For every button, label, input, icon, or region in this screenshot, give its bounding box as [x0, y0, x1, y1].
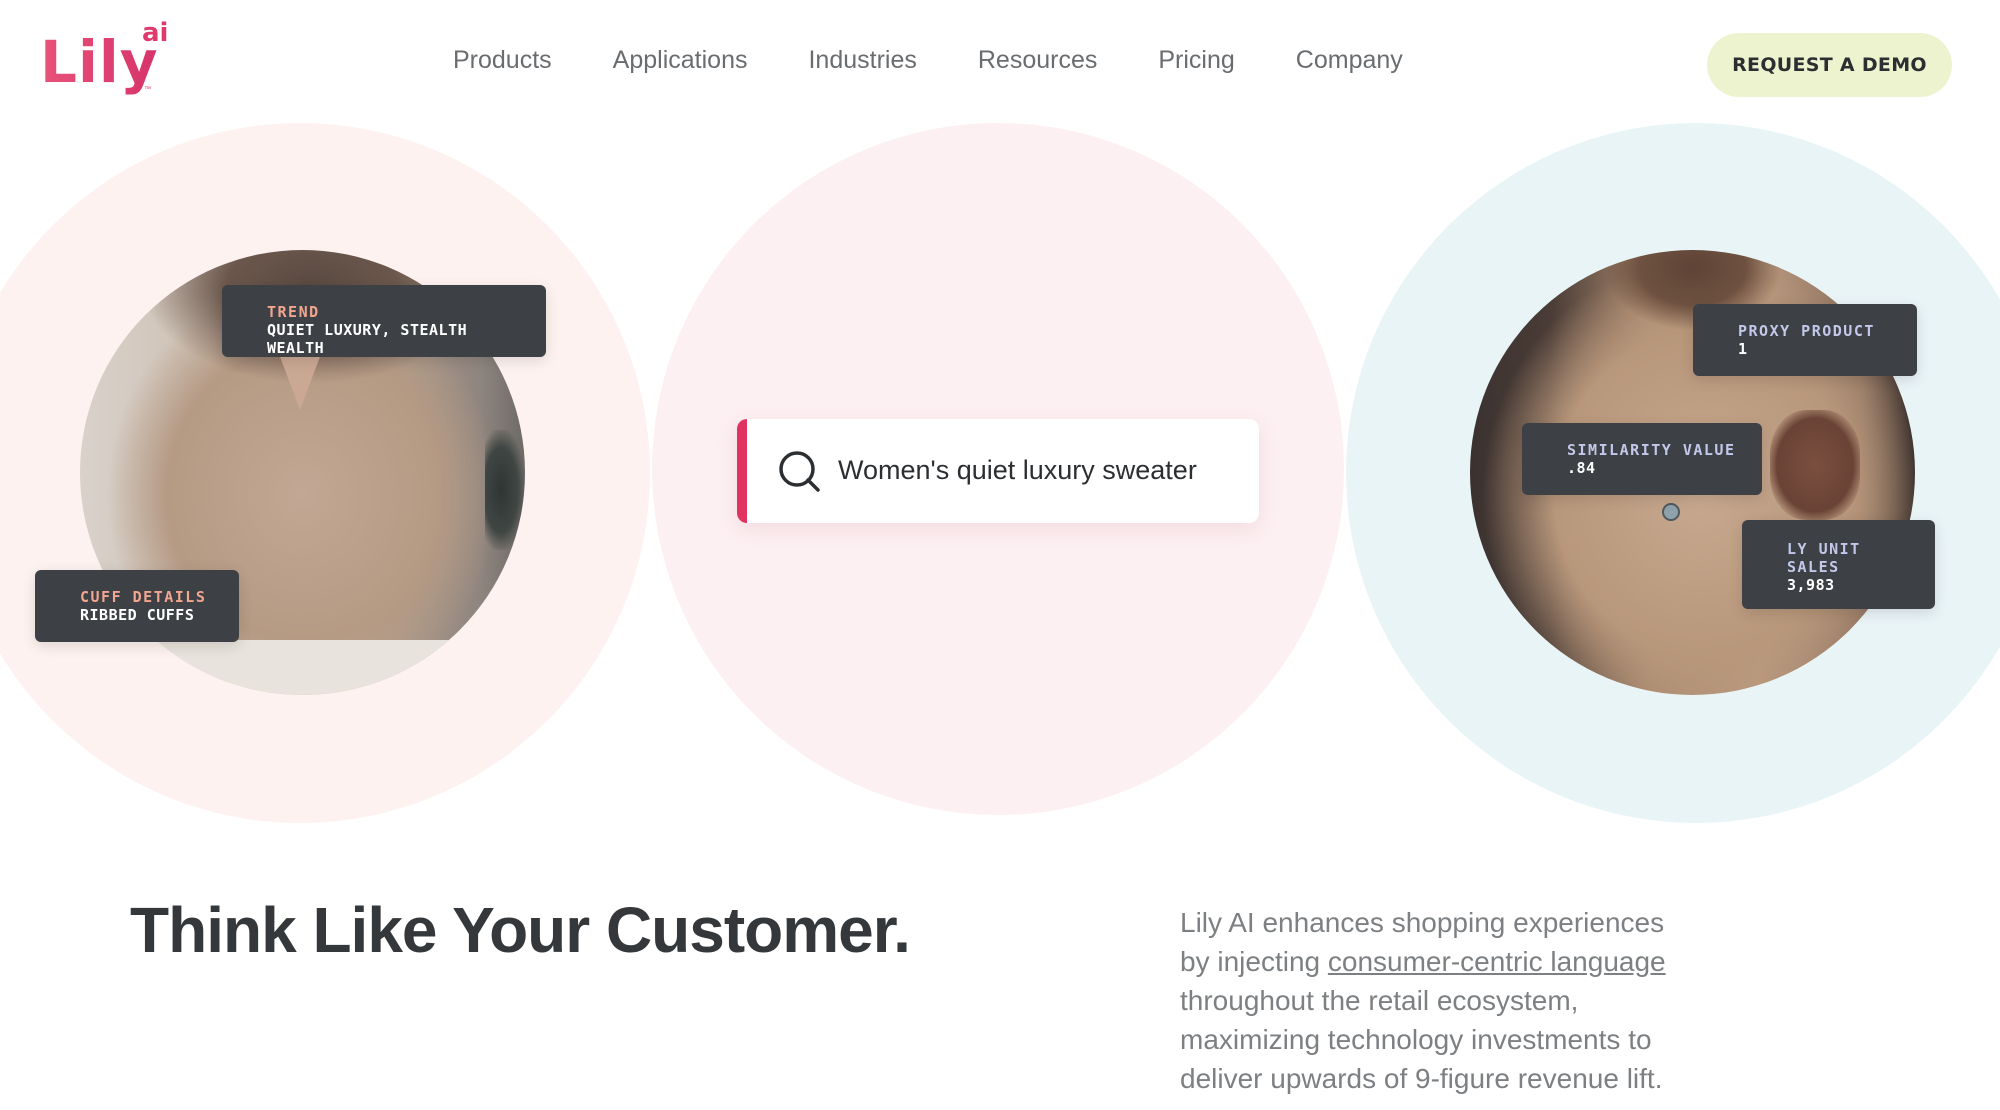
intro-text-after-link: throughout the retail ecosystem, maximiz…: [1180, 985, 1663, 1094]
search-box[interactable]: Women's quiet luxury sweater: [737, 419, 1259, 523]
main-nav: Products Applications Industries Resourc…: [453, 46, 1403, 75]
nav-item-products[interactable]: Products: [453, 46, 552, 75]
tag-similarity-key: SIMILARITY VALUE: [1567, 441, 1736, 459]
tag-cuff-value: RIBBED CUFFS: [80, 606, 195, 624]
cuff-button: [1662, 503, 1680, 521]
tag-proxy-key: PROXY PRODUCT: [1738, 322, 1875, 340]
search-icon: [779, 451, 820, 492]
logo-wordmark: Lily: [40, 28, 159, 96]
lily-ai-logo[interactable]: Lily ai ™: [40, 18, 175, 98]
tag-cuff-details: CUFF DETAILS RIBBED CUFFS: [35, 570, 239, 642]
tag-trend-value: QUIET LUXURY, STEALTH WEALTH: [267, 321, 468, 357]
tag-proxy-product: PROXY PRODUCT 1: [1693, 304, 1917, 376]
search-query-text: Women's quiet luxury sweater: [838, 455, 1197, 485]
page-headline: Think Like Your Customer.: [130, 894, 911, 966]
logo-trademark: ™: [144, 86, 151, 93]
tag-trend-key: TREND: [267, 303, 320, 321]
tag-cuff-key: CUFF DETAILS: [80, 588, 207, 606]
nav-item-resources[interactable]: Resources: [978, 46, 1098, 75]
nav-item-industries[interactable]: Industries: [808, 46, 916, 75]
tag-proxy-value: 1: [1738, 340, 1748, 358]
tag-similarity-value: SIMILARITY VALUE .84: [1522, 423, 1762, 495]
clasped-hands: [1770, 410, 1860, 520]
tag-ly-key-line1: LY UNIT: [1787, 540, 1861, 558]
tag-similarity-value-text: .84: [1567, 459, 1596, 477]
request-demo-button[interactable]: REQUEST A DEMO: [1707, 33, 1952, 97]
tag-ly-unit-sales: LY UNIT SALES 3,983: [1742, 520, 1935, 609]
consumer-centric-language-link[interactable]: consumer-centric language: [1328, 946, 1666, 977]
nav-item-pricing[interactable]: Pricing: [1158, 46, 1234, 75]
nav-item-applications[interactable]: Applications: [613, 46, 748, 75]
tag-ly-key-line2: SALES: [1787, 558, 1840, 576]
trousers-hem: [140, 640, 470, 695]
plant-background: [485, 430, 525, 550]
nav-item-company[interactable]: Company: [1296, 46, 1403, 75]
logo-ai-superscript: ai: [142, 18, 169, 48]
tag-trend: TREND QUIET LUXURY, STEALTH WEALTH: [222, 285, 546, 357]
tag-ly-value: 3,983: [1787, 576, 1835, 594]
intro-paragraph: Lily AI enhances shopping experiences by…: [1180, 903, 1700, 1098]
